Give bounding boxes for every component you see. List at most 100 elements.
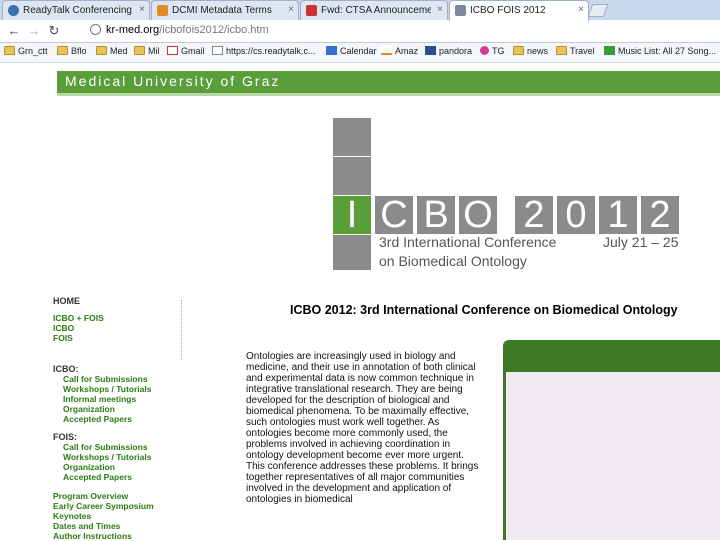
- news-panel: [503, 340, 720, 540]
- bookmark-label: Mil: [148, 46, 160, 56]
- tab-dcmi[interactable]: DCMI Metadata Terms ×: [151, 0, 299, 20]
- bookmark-label: https://cs.readytalk.c...: [226, 46, 316, 56]
- gmail-favicon-icon: [306, 5, 317, 16]
- nav-link-icbo-papers[interactable]: Accepted Papers: [63, 414, 183, 424]
- bookmark-label: Med: [110, 46, 128, 56]
- folder-icon: [513, 46, 524, 55]
- bookmark-label: Travel: [570, 46, 595, 56]
- logo-letter: 2: [515, 196, 553, 234]
- university-banner: Medical University of Graz: [57, 71, 720, 93]
- nav-link-fois[interactable]: FOIS: [53, 333, 183, 343]
- bookmark-label: Music List: All 27 Song...: [618, 46, 717, 56]
- tab-icbo[interactable]: ICBO FOIS 2012 ×: [449, 0, 589, 21]
- bookmark-gmail[interactable]: Gmail: [167, 46, 205, 56]
- nav-link-icbo[interactable]: ICBO: [53, 323, 183, 333]
- bookmark-mil[interactable]: Mil: [134, 46, 160, 56]
- nav-link-dates[interactable]: Dates and Times: [53, 521, 183, 531]
- url-text: kr-med.org/icbofois2012/icbo.htm: [106, 24, 269, 36]
- bookmark-label: pandora: [439, 46, 473, 56]
- folder-icon: [96, 46, 107, 55]
- tab-title: DCMI Metadata Terms: [172, 5, 272, 16]
- logo-letter: 1: [599, 196, 637, 234]
- bookmark-label: Calendar: [340, 46, 377, 56]
- music-icon: [604, 46, 615, 55]
- folder-icon: [4, 46, 15, 55]
- nav-link-program[interactable]: Program Overview: [53, 491, 183, 501]
- nav-icbo-header: ICBO:: [53, 364, 79, 374]
- logo-letter: 2: [641, 196, 679, 234]
- back-arrow-icon[interactable]: ←: [6, 23, 22, 38]
- page-favicon-icon: [455, 5, 466, 16]
- logo-square: [333, 118, 371, 156]
- bookmark-label: news: [527, 46, 549, 56]
- nav-link-fois-call[interactable]: Call for Submissions: [63, 442, 183, 452]
- gmail-icon: [167, 46, 178, 55]
- intro-paragraph: Ontologies are increasingly used in biol…: [246, 351, 479, 505]
- bookmark-label: Grn_ctt: [18, 46, 48, 56]
- url-host: kr-med.org: [106, 24, 160, 36]
- bookmark-label: Gmail: [181, 46, 205, 56]
- folder-icon: [57, 46, 68, 55]
- new-tab-button[interactable]: [587, 4, 609, 17]
- url-field[interactable]: kr-med.org/icbofois2012/icbo.htm: [66, 22, 720, 39]
- tab-gmail[interactable]: Fwd: CTSA Announcement ×: [300, 0, 448, 20]
- nav-link-icbo-call[interactable]: Call for Submissions: [63, 374, 183, 384]
- calendar-icon: [326, 46, 337, 55]
- nav-link-icbo-fois[interactable]: ICBO + FOIS: [53, 313, 183, 323]
- nav-link-icbo-informal[interactable]: Informal meetings: [63, 394, 183, 404]
- logo-square: [333, 157, 371, 195]
- flower-icon: [480, 46, 489, 55]
- nav-home-header[interactable]: HOME: [53, 296, 183, 306]
- close-icon[interactable]: ×: [288, 4, 294, 15]
- bookmark-news[interactable]: news: [513, 46, 548, 56]
- page-icon: [212, 46, 223, 55]
- tab-title: Fwd: CTSA Announcement: [321, 5, 431, 16]
- nav-link-fois-papers[interactable]: Accepted Papers: [63, 472, 183, 482]
- logo-letter: B: [417, 196, 455, 234]
- nav-link-fois-organization[interactable]: Organization: [63, 462, 183, 472]
- bookmark-readytalk[interactable]: https://cs.readytalk.c...: [212, 46, 316, 56]
- bookmark-grn-ctt[interactable]: Grn_ctt: [4, 46, 48, 56]
- pandora-icon: [425, 46, 436, 55]
- bookmark-med[interactable]: Med: [96, 46, 128, 56]
- side-navigation: HOME ICBO + FOIS ICBO FOIS ICBO: Call fo…: [53, 296, 183, 541]
- close-icon[interactable]: ×: [578, 4, 584, 15]
- logo-letter: I: [346, 194, 358, 236]
- news-panel-body: [506, 372, 720, 540]
- tab-readytalk[interactable]: ReadyTalk Conferencing ×: [2, 0, 150, 20]
- nav-link-fois-workshops[interactable]: Workshops / Tutorials: [63, 452, 183, 462]
- page-title: ICBO 2012: 3rd International Conference …: [290, 303, 678, 317]
- logo-dates: July 21 – 25: [603, 234, 679, 250]
- logo-letter: O: [459, 196, 497, 234]
- nav-fois-header: FOIS:: [53, 432, 77, 442]
- reload-icon[interactable]: ↻: [46, 23, 62, 39]
- bookmark-tg[interactable]: TG: [480, 46, 505, 56]
- globe-icon: [90, 24, 101, 35]
- nav-link-keynotes[interactable]: Keynotes: [53, 511, 183, 521]
- banner-underline: [57, 93, 720, 96]
- tab-title: ICBO FOIS 2012: [470, 5, 546, 16]
- bookmark-label: Amaz: [395, 46, 419, 56]
- tab-strip: ReadyTalk Conferencing × DCMI Metadata T…: [0, 0, 720, 21]
- close-icon[interactable]: ×: [437, 4, 443, 15]
- bookmark-pandora[interactable]: pandora: [425, 46, 472, 56]
- bookmark-amazon[interactable]: Amaz: [381, 46, 418, 56]
- nav-link-icbo-organization[interactable]: Organization: [63, 404, 183, 414]
- logo-letter: 0: [557, 196, 595, 234]
- address-bar: ← → ↻ kr-med.org/icbofois2012/icbo.htm: [0, 20, 720, 43]
- folder-icon: [134, 46, 145, 55]
- amazon-icon: [381, 46, 392, 55]
- bookmark-label: Bflo: [71, 46, 87, 56]
- bookmark-bflo[interactable]: Bflo: [57, 46, 87, 56]
- forward-arrow-icon[interactable]: →: [26, 23, 42, 38]
- bookmark-travel[interactable]: Travel: [556, 46, 595, 56]
- close-icon[interactable]: ×: [139, 4, 145, 15]
- readytalk-favicon-icon: [8, 5, 19, 16]
- bookmark-label: TG: [492, 46, 505, 56]
- bookmark-music-list[interactable]: Music List: All 27 Song...: [604, 46, 716, 56]
- logo-square: [333, 235, 371, 270]
- nav-link-early-career[interactable]: Early Career Symposium: [53, 501, 183, 511]
- bookmark-calendar[interactable]: Calendar: [326, 46, 377, 56]
- nav-link-icbo-workshops[interactable]: Workshops / Tutorials: [63, 384, 183, 394]
- url-path: /icbofois2012/icbo.htm: [159, 24, 269, 36]
